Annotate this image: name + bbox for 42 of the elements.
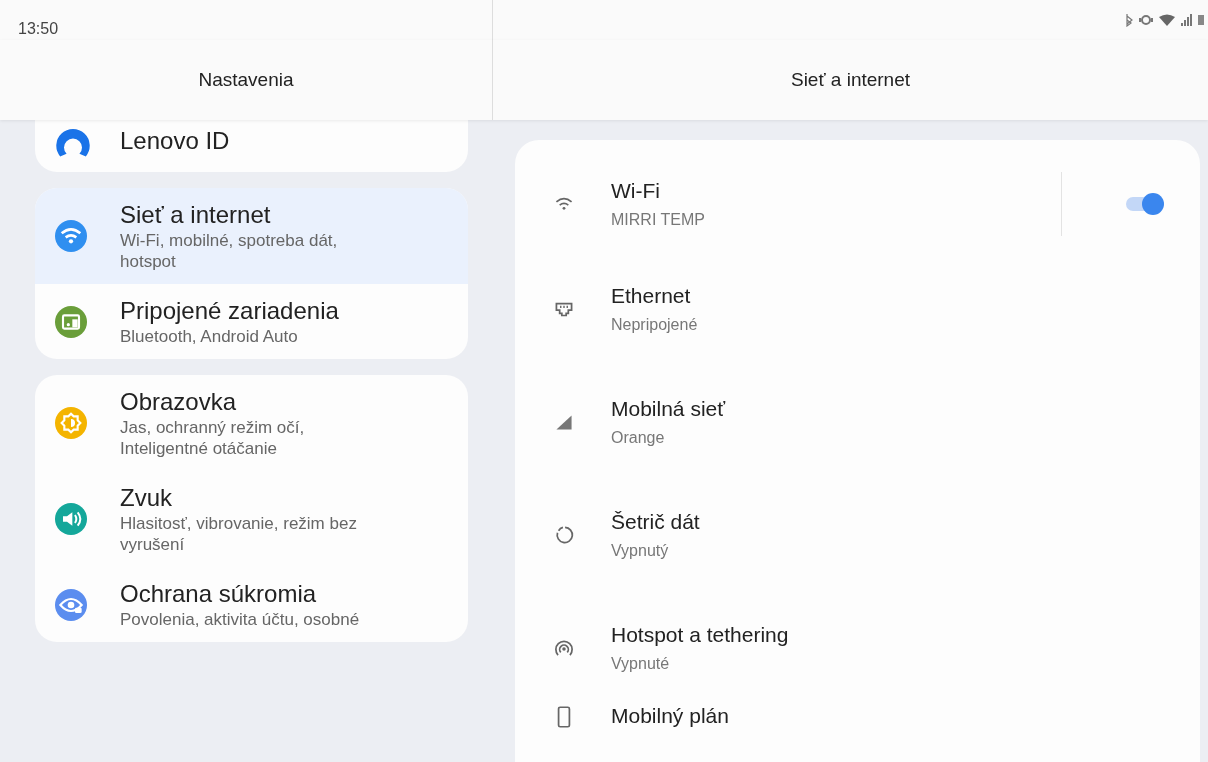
settings-item[interactable]: Obrazovka Jas, ochranný režim očí, Inteligentné otáčanie — [35, 375, 468, 471]
network-setting[interactable]: Ethernet Nepripojené — [515, 252, 1200, 365]
settings-item[interactable]: Sieť a internet Wi-Fi, mobilné, spotreba dát, hotspot — [35, 188, 468, 284]
item-title: Obrazovka — [120, 387, 238, 417]
item-title: Ochrana súkromia — [120, 579, 318, 609]
wifi-icon — [1159, 14, 1175, 26]
item-title: Sieť a internet — [120, 200, 272, 230]
network-setting[interactable]: Hotspot a tethering Vypnuté — [515, 591, 1200, 704]
item-summary: Nepripojené — [611, 315, 699, 334]
item-title: Mobilný plán — [611, 704, 730, 728]
network-setting[interactable]: Mobilný plán — [515, 704, 1200, 754]
item-summary: Wi-Fi, mobilné, spotreba dát, hotspot — [120, 230, 339, 272]
settings-item[interactable]: Lenovo ID — [35, 120, 468, 172]
bluetooth-icon — [1126, 13, 1133, 27]
item-summary: Hlasitosť, vibrovanie, režim bez vyrušení — [120, 513, 358, 555]
network-setting[interactable]: Wi-Fi MIRRI TEMP — [515, 156, 1200, 252]
item-title: Šetrič dát — [611, 509, 701, 534]
item-title: Pripojené zariadenia — [120, 296, 340, 326]
status-time: 13:50 — [18, 20, 59, 37]
vibrate-icon — [1139, 15, 1153, 25]
item-summary: Povolenia, aktivita účtu, osobné — [120, 609, 361, 630]
item-summary: Vypnuté — [611, 654, 671, 673]
settings-item[interactable]: Zvuk Hlasitosť, vibrovanie, režim bez vyrušení — [35, 471, 468, 567]
item-title: Ethernet — [611, 283, 692, 308]
page-title: Sieť a internet — [790, 69, 911, 91]
settings-item[interactable]: Pripojené zariadenia Bluetooth, Android Auto — [35, 284, 468, 359]
item-title: Mobilná sieť — [611, 396, 727, 421]
item-summary: Bluetooth, Android Auto — [120, 326, 299, 347]
item-title: Wi-Fi — [611, 179, 661, 203]
network-setting[interactable]: Mobilná sieť Orange — [515, 365, 1200, 478]
signal-icon — [1181, 14, 1192, 26]
item-title: Lenovo ID — [120, 126, 230, 156]
item-summary: Jas, ochranný režim očí, Inteligentné otáčanie — [120, 417, 306, 459]
item-summary: Orange — [611, 428, 666, 447]
settings-item[interactable]: Ochrana súkromia Povolenia, aktivita účtu, osobné — [35, 567, 468, 642]
item-summary: Vypnutý — [611, 541, 670, 560]
settings-title: Nastavenia — [198, 69, 294, 91]
item-summary: MIRRI TEMP — [611, 211, 706, 229]
item-title: Hotspot a tethering — [611, 622, 790, 647]
network-setting[interactable]: Šetrič dát Vypnutý — [515, 478, 1200, 591]
battery-icon — [1198, 15, 1204, 25]
item-title: Zvuk — [120, 483, 173, 513]
